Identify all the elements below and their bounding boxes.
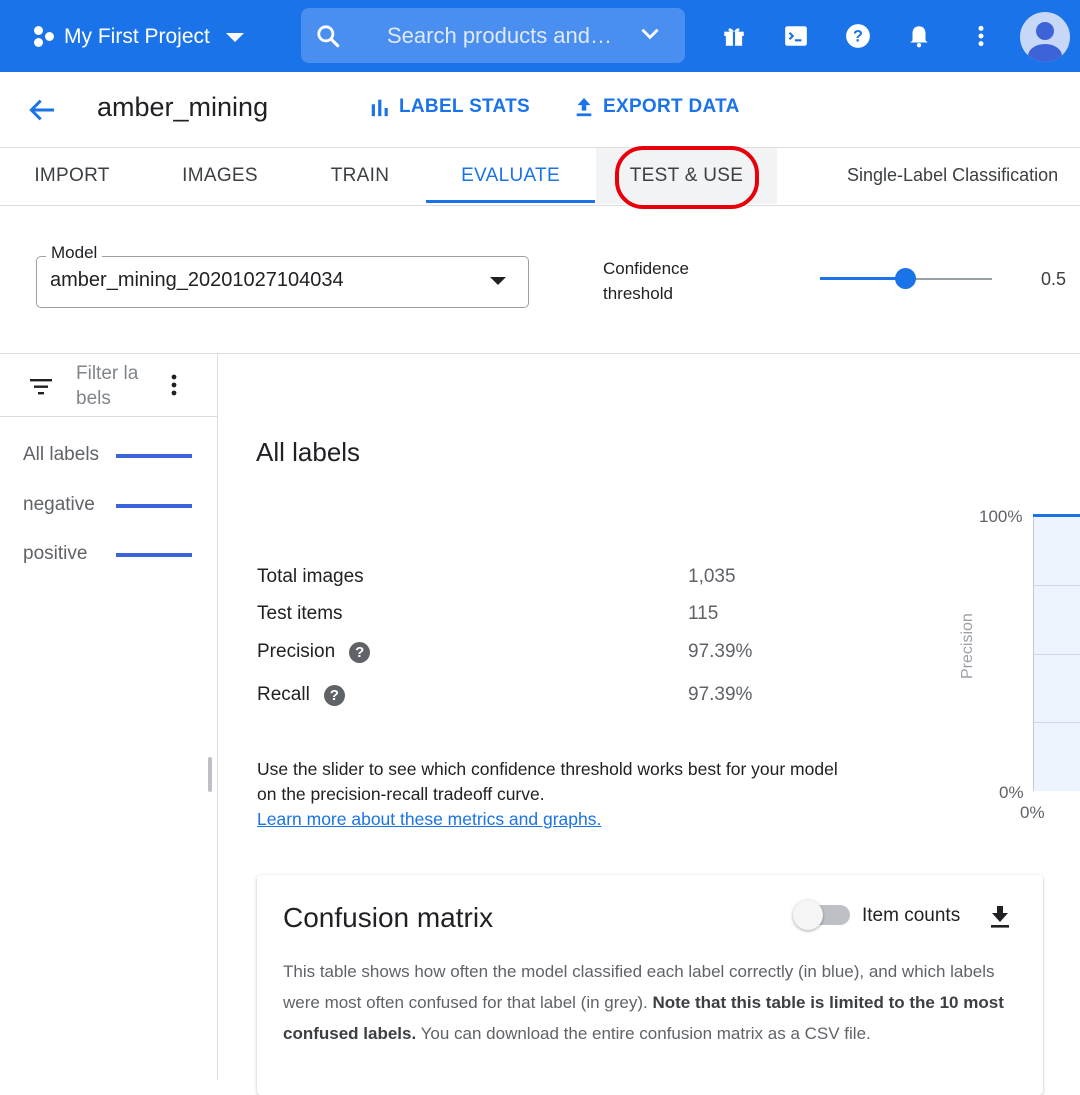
search-bar[interactable]: Search products and… xyxy=(301,8,685,63)
y-tick-label: 100% xyxy=(979,507,1023,526)
confusion-matrix-title: Confusion matrix xyxy=(283,902,494,933)
tab-images[interactable]: IMAGES xyxy=(144,148,296,204)
sidebar-item-all-labels[interactable]: All labels xyxy=(23,444,99,466)
pr-curve-line xyxy=(1033,514,1080,517)
export-data-button[interactable]: EXPORT DATA xyxy=(573,96,740,118)
model-select-label: Model xyxy=(46,243,103,263)
y-tick-label: 0% xyxy=(999,783,1024,802)
metric-label-total-images: Total images xyxy=(257,566,364,587)
item-counts-label: Item counts xyxy=(862,905,961,926)
more-vert-icon[interactable] xyxy=(965,20,997,52)
metric-value-test-items: 115 xyxy=(688,603,719,624)
metric-label-recall: Recall? xyxy=(257,684,345,706)
chart-gridline xyxy=(1033,654,1080,655)
section-divider xyxy=(0,353,1080,354)
label-stats-label: LABEL STATS xyxy=(399,96,531,117)
confidence-slider-thumb[interactable] xyxy=(895,268,916,289)
help-icon[interactable]: ? xyxy=(349,641,371,663)
upload-icon xyxy=(576,97,592,117)
project-name: My First Project xyxy=(64,25,210,48)
export-data-label: EXPORT DATA xyxy=(603,96,740,117)
chevron-down-icon[interactable] xyxy=(637,20,663,51)
model-select-value[interactable]: amber_mining_20201027104034 xyxy=(50,269,344,292)
highlight-circle xyxy=(615,146,759,209)
confusion-matrix-description: This table shows how often the model cla… xyxy=(283,962,1004,1043)
metric-label-test-items: Test items xyxy=(257,603,343,624)
help-icon[interactable]: ? xyxy=(323,684,345,706)
confidence-value: 0.5 xyxy=(1041,269,1067,289)
metric-value-total-images: 1,035 xyxy=(688,566,736,587)
bar-chart-icon xyxy=(371,99,388,117)
page-title: amber_mining xyxy=(97,92,269,122)
project-dots-icon xyxy=(30,24,56,50)
filter-labels-input[interactable]: Filter la bels xyxy=(76,361,156,411)
label-legend-line xyxy=(116,454,192,458)
search-input[interactable]: Search products and… xyxy=(387,23,623,49)
bell-icon[interactable] xyxy=(903,20,935,52)
filter-divider xyxy=(0,416,217,417)
back-arrow-icon[interactable] xyxy=(26,94,58,126)
toggle-thumb[interactable] xyxy=(793,900,823,930)
search-icon xyxy=(301,23,355,49)
download-icon[interactable] xyxy=(988,904,1012,935)
label-legend-line xyxy=(116,553,192,557)
slider-help-text: Use the slider to see which confidence t… xyxy=(257,759,838,829)
metric-label-precision: Precision? xyxy=(257,641,371,663)
metric-value-precision: 97.39% xyxy=(688,641,753,662)
tab-evaluate[interactable]: EVALUATE xyxy=(426,148,595,204)
label-legend-line xyxy=(116,504,192,508)
caret-down-icon xyxy=(225,32,244,42)
slider-track[interactable] xyxy=(906,278,992,280)
y-axis-label: Precision xyxy=(959,613,976,679)
sidebar-divider xyxy=(217,354,218,1080)
chart-gridline xyxy=(1033,722,1080,723)
resize-handle[interactable] xyxy=(208,757,212,792)
confidence-threshold-label: Confidence threshold xyxy=(603,259,690,303)
active-tab-indicator xyxy=(426,200,595,203)
project-selector[interactable]: My First Project xyxy=(30,18,244,56)
chart-y-axis xyxy=(1033,516,1034,791)
help-icon[interactable]: ? xyxy=(842,20,874,52)
metric-value-recall: 97.39% xyxy=(688,684,753,705)
tab-import[interactable]: IMPORT xyxy=(0,148,144,204)
dropdown-caret-icon[interactable] xyxy=(490,277,506,285)
gift-icon[interactable] xyxy=(718,20,750,52)
avatar-icon[interactable] xyxy=(1020,12,1070,62)
chart-gridline xyxy=(1033,585,1080,586)
slider-track-filled[interactable] xyxy=(820,277,906,280)
learn-more-link[interactable]: Learn more about these metrics and graph… xyxy=(257,809,601,829)
filter-icon[interactable] xyxy=(30,377,54,402)
tab-train[interactable]: TRAIN xyxy=(296,148,424,204)
terminal-icon[interactable] xyxy=(780,20,812,52)
svg-text:?: ? xyxy=(853,27,863,45)
model-type-label: Single-Label Classification xyxy=(847,165,1059,185)
more-vert-icon[interactable] xyxy=(163,372,185,403)
sidebar-item-negative[interactable]: negative xyxy=(23,494,95,516)
section-heading: All labels xyxy=(256,437,361,467)
label-stats-button[interactable]: LABEL STATS xyxy=(369,96,530,118)
sidebar-item-positive[interactable]: positive xyxy=(23,543,87,565)
x-tick-label: 0% xyxy=(1020,803,1045,822)
